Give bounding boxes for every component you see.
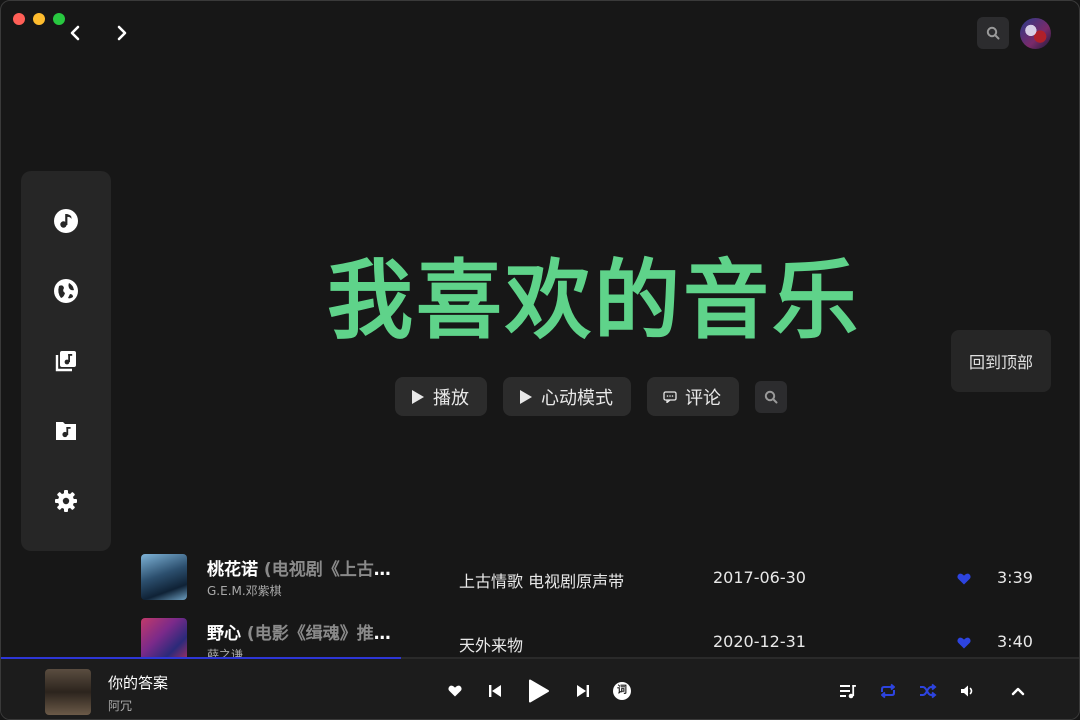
play-all-label: 播放 xyxy=(433,387,469,409)
comments-button[interactable]: 评论 xyxy=(647,377,739,416)
now-playing-cover[interactable] xyxy=(45,669,91,715)
song-title: 桃花诺 (电视剧《上古情歌》插曲) xyxy=(207,560,407,580)
song-duration: 3:40 xyxy=(997,632,1033,651)
chevron-left-icon xyxy=(70,25,80,41)
song-duration: 3:39 xyxy=(997,568,1033,587)
search-button[interactable] xyxy=(977,17,1009,49)
volume-button[interactable] xyxy=(959,682,977,700)
previous-button[interactable] xyxy=(487,683,503,699)
sidebar-item-explore[interactable] xyxy=(50,275,82,307)
play-icon xyxy=(412,389,424,404)
chevron-right-icon xyxy=(117,25,127,41)
app-window: 我喜欢的音乐 播放 心动模式 评论 回到顶部 桃花诺 (电视剧《上古情歌》插曲)… xyxy=(0,0,1080,720)
heart-icon xyxy=(448,685,462,697)
song-album[interactable]: 天外来物 xyxy=(459,632,523,656)
heart-icon xyxy=(957,637,971,649)
playback-progress-bar[interactable] xyxy=(1,657,1079,659)
song-artist[interactable]: G.E.M.邓紫棋 xyxy=(207,582,282,599)
comment-icon xyxy=(663,390,677,403)
back-to-top-button[interactable]: 回到顶部 xyxy=(951,330,1051,392)
comments-label: 评论 xyxy=(685,387,721,409)
album-cover xyxy=(141,554,187,600)
play-pause-button[interactable] xyxy=(525,677,553,705)
heartbeat-mode-label: 心动模式 xyxy=(541,387,613,409)
music-note-icon xyxy=(54,209,78,233)
chevron-up-icon xyxy=(1011,687,1025,696)
avatar[interactable] xyxy=(1020,18,1051,49)
lyrics-label: 词 xyxy=(617,685,627,696)
play-icon xyxy=(529,679,549,703)
sidebar-item-music-folder[interactable] xyxy=(50,415,82,447)
window-minimize-button[interactable] xyxy=(33,13,45,25)
skip-next-icon xyxy=(577,685,589,697)
queue-icon xyxy=(840,685,856,699)
song-date: 2020-12-31 xyxy=(713,632,806,651)
next-button[interactable] xyxy=(575,683,591,699)
shuffle-icon xyxy=(920,683,937,699)
table-row[interactable]: 桃花诺 (电视剧《上古情歌》插曲) G.E.M.邓紫棋 上古情歌 电视剧原声带 … xyxy=(141,554,1041,602)
expand-player-button[interactable] xyxy=(1009,682,1027,700)
play-all-button[interactable]: 播放 xyxy=(395,377,487,416)
heart-icon xyxy=(957,573,971,585)
song-title: 野心 (电影《缉魂》推广曲) xyxy=(207,624,407,644)
window-close-button[interactable] xyxy=(13,13,25,25)
playlist-button[interactable] xyxy=(839,682,857,700)
sidebar-item-settings[interactable] xyxy=(50,485,82,517)
song-date: 2017-06-30 xyxy=(713,568,806,587)
now-playing-artist[interactable]: 阿冗 xyxy=(108,697,132,714)
sidebar-item-library[interactable] xyxy=(50,345,82,377)
lyrics-button[interactable]: 词 xyxy=(613,682,631,700)
search-list-button[interactable] xyxy=(755,381,787,413)
play-icon xyxy=(520,389,532,404)
skip-previous-icon xyxy=(489,685,501,697)
playback-progress-fill xyxy=(1,657,401,659)
back-to-top-label: 回到顶部 xyxy=(968,353,1033,372)
music-folder-icon xyxy=(56,422,76,440)
song-album[interactable]: 上古情歌 电视剧原声带 xyxy=(459,568,624,592)
sidebar-item-music[interactable] xyxy=(50,205,82,237)
repeat-button[interactable] xyxy=(879,682,897,700)
like-current-button[interactable] xyxy=(447,683,463,699)
search-icon xyxy=(986,26,1000,40)
search-icon xyxy=(764,390,778,404)
page-title: 我喜欢的音乐 xyxy=(327,251,861,351)
like-button[interactable] xyxy=(957,570,971,589)
like-button[interactable] xyxy=(957,634,971,653)
now-playing-title[interactable]: 你的答案 xyxy=(108,672,168,693)
settings-gear-icon xyxy=(55,490,77,512)
globe-icon xyxy=(54,279,78,303)
player-bar: 你的答案 阿冗 词 xyxy=(1,658,1079,719)
forward-button[interactable] xyxy=(110,21,134,45)
back-button[interactable] xyxy=(63,21,87,45)
volume-icon xyxy=(961,685,973,697)
heartbeat-mode-button[interactable]: 心动模式 xyxy=(503,377,631,416)
sidebar xyxy=(21,171,111,551)
library-icon xyxy=(55,351,76,372)
shuffle-button[interactable] xyxy=(919,682,937,700)
repeat-icon xyxy=(881,683,895,699)
